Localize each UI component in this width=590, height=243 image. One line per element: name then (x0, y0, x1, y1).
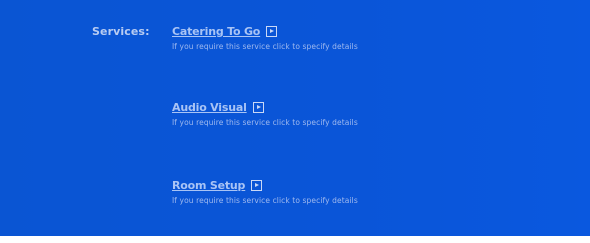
services-panel: Services: Catering To Go If you require … (0, 0, 590, 243)
service-room-setup: Room Setup If you require this service c… (172, 178, 358, 205)
service-description: If you require this service click to spe… (172, 118, 358, 127)
service-title-row: Catering To Go (172, 24, 358, 39)
service-catering: Catering To Go If you require this servi… (172, 24, 358, 51)
bottom-border (0, 236, 590, 243)
service-title-row: Audio Visual (172, 100, 358, 115)
room-setup-link[interactable]: Room Setup (172, 179, 245, 192)
play-arrow-icon[interactable] (252, 102, 264, 113)
play-arrow-icon[interactable] (266, 26, 278, 37)
service-description: If you require this service click to spe… (172, 196, 358, 205)
audio-visual-link[interactable]: Audio Visual (172, 101, 247, 114)
service-description: If you require this service click to spe… (172, 42, 358, 51)
services-label: Services: (92, 25, 150, 38)
service-title-row: Room Setup (172, 178, 358, 193)
service-audio-visual: Audio Visual If you require this service… (172, 100, 358, 127)
play-arrow-icon[interactable] (251, 180, 263, 191)
catering-to-go-link[interactable]: Catering To Go (172, 25, 260, 38)
